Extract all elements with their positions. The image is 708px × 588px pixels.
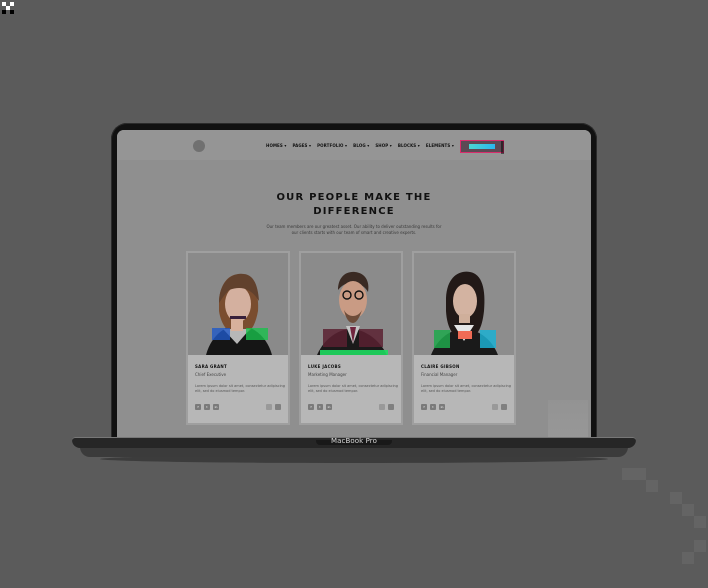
nav-item-homes[interactable]: HOMES ▾ — [266, 143, 286, 148]
email-icon[interactable] — [388, 404, 394, 410]
card-actions — [492, 404, 507, 410]
profile-icon[interactable] — [492, 404, 498, 410]
social-links: f t in — [308, 404, 332, 410]
profile-icon[interactable] — [379, 404, 385, 410]
hero-title-line-1: OUR PEOPLE MAKE THE — [276, 192, 432, 203]
screen-glitch — [548, 400, 588, 437]
facebook-icon[interactable]: f — [421, 404, 427, 410]
team-member-bio-line-2: elit, sed do eiusmod tempor. — [421, 389, 472, 393]
portrait-icon — [414, 253, 514, 355]
laptop-base: MacBook Pro — [72, 437, 636, 466]
nav-item-blog[interactable]: BLOG ▾ — [353, 143, 369, 148]
nav-item-portfolio[interactable]: PORTFOLIO ▾ — [317, 143, 347, 148]
nav-item-blocks[interactable]: BLOCKS ▾ — [398, 143, 420, 148]
pixel-artifacts — [622, 468, 708, 588]
team-member-bio: Lorem ipsum dolor sit amet, consectetur … — [308, 384, 398, 394]
social-links: f t in — [195, 404, 219, 410]
email-icon[interactable] — [501, 404, 507, 410]
main-navigation: HOMES ▾ PAGES ▾ PORTFOLIO ▾ BLOG ▾ SHOP … — [266, 143, 454, 148]
header-cta-button[interactable] — [460, 140, 504, 154]
team-card: LUKE JACOBS Marketing Manager Lorem ipsu… — [301, 253, 401, 423]
laptop-lid: HOMES ▾ PAGES ▾ PORTFOLIO ▾ BLOG ▾ SHOP … — [111, 123, 597, 453]
hero-title-line-2: DIFFERENCE — [313, 206, 395, 217]
team-card: CLAIRE GIBSON Financial Manager Lorem ip… — [414, 253, 514, 423]
laptop-screen: HOMES ▾ PAGES ▾ PORTFOLIO ▾ BLOG ▾ SHOP … — [117, 130, 591, 437]
card-actions — [266, 404, 281, 410]
hero-title: OUR PEOPLE MAKE THE DIFFERENCE — [117, 191, 591, 219]
facebook-icon[interactable]: f — [195, 404, 201, 410]
team-cards: SARA GRANT Chief Executive Lorem ipsum d… — [188, 253, 520, 423]
cta-highlight — [469, 144, 495, 149]
team-member-role: Chief Executive — [195, 372, 227, 377]
team-photo — [301, 253, 401, 355]
nav-item-pages[interactable]: PAGES ▾ — [292, 143, 311, 148]
team-member-bio: Lorem ipsum dolor sit amet, consectetur … — [421, 384, 511, 394]
laptop-mockup: HOMES ▾ PAGES ▾ PORTFOLIO ▾ BLOG ▾ SHOP … — [72, 123, 636, 466]
hero-subtitle-line-2: our clients starts with our team of smar… — [291, 230, 417, 235]
profile-icon[interactable] — [266, 404, 272, 410]
device-brand-label: MacBook Pro — [330, 437, 378, 445]
nav-item-shop[interactable]: SHOP ▾ — [375, 143, 392, 148]
team-member-bio: Lorem ipsum dolor sit amet, consectetur … — [195, 384, 285, 394]
team-card: SARA GRANT Chief Executive Lorem ipsum d… — [188, 253, 288, 423]
linkedin-icon[interactable]: in — [439, 404, 445, 410]
team-member-role: Financial Manager — [421, 372, 458, 377]
corner-pixel-icon — [0, 0, 18, 16]
email-icon[interactable] — [275, 404, 281, 410]
hero-subtitle: Our team members are our greatest asset.… — [117, 224, 591, 236]
team-member-bio-line-2: elit, sed do eiusmod tempor. — [195, 389, 246, 393]
team-member-bio-line-2: elit, sed do eiusmod tempor. — [308, 389, 359, 393]
base-bottom — [80, 447, 628, 457]
card-actions — [379, 404, 394, 410]
site-header: HOMES ▾ PAGES ▾ PORTFOLIO ▾ BLOG ▾ SHOP … — [117, 130, 591, 160]
twitter-icon[interactable]: t — [430, 404, 436, 410]
linkedin-icon[interactable]: in — [213, 404, 219, 410]
team-member-name: LUKE JACOBS — [308, 364, 342, 369]
team-member-name: SARA GRANT — [195, 364, 228, 369]
site-logo[interactable] — [193, 140, 205, 152]
twitter-icon[interactable]: t — [317, 404, 323, 410]
nav-item-elements[interactable]: ELEMENTS ▾ — [426, 143, 454, 148]
portrait-icon — [188, 253, 288, 355]
twitter-icon[interactable]: t — [204, 404, 210, 410]
team-member-role: Marketing Manager — [308, 372, 347, 377]
social-links: f t in — [421, 404, 445, 410]
portrait-icon — [301, 253, 401, 355]
team-member-name: CLAIRE GIBSON — [421, 364, 460, 369]
mockup-canvas: HOMES ▾ PAGES ▾ PORTFOLIO ▾ BLOG ▾ SHOP … — [0, 0, 708, 588]
team-photo — [188, 253, 288, 355]
team-photo — [414, 253, 514, 355]
linkedin-icon[interactable]: in — [326, 404, 332, 410]
cta-edge — [501, 141, 504, 154]
facebook-icon[interactable]: f — [308, 404, 314, 410]
